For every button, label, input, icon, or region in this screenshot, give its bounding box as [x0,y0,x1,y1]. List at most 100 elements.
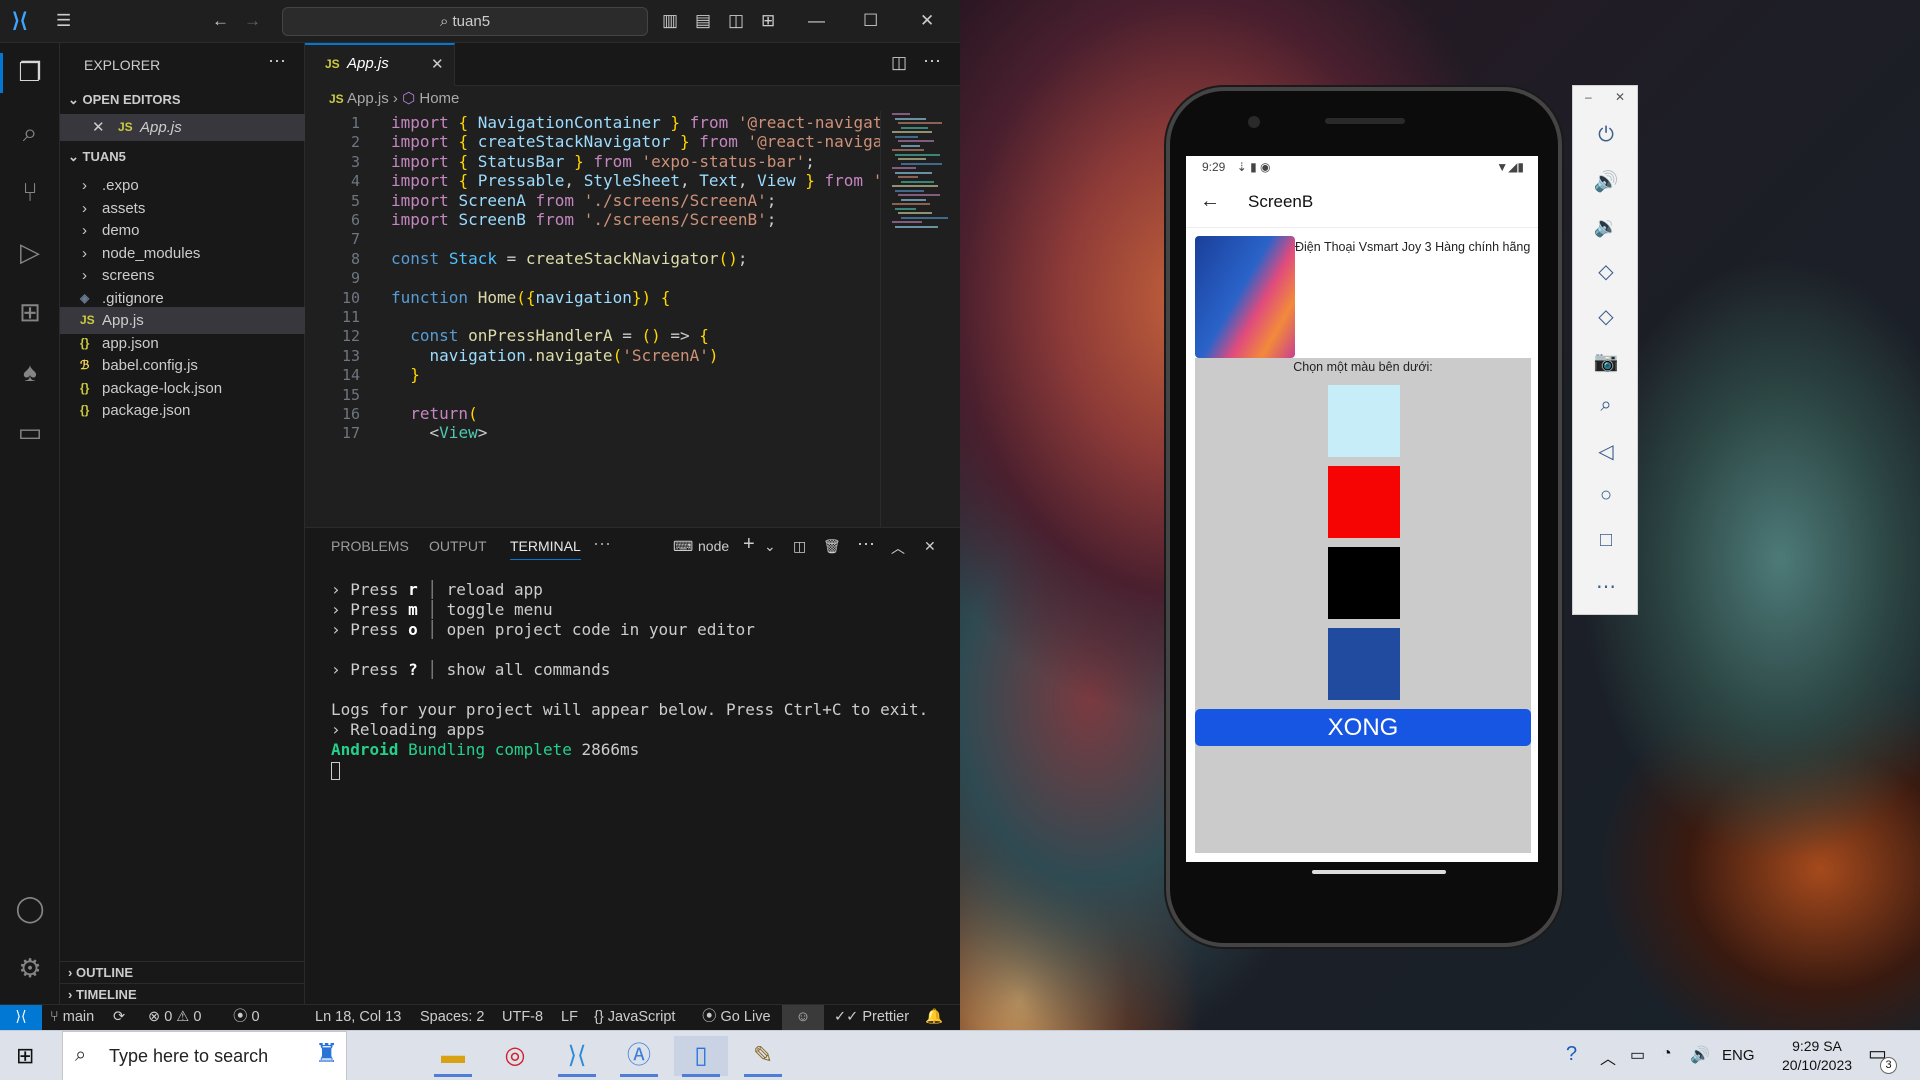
home-icon[interactable]: ○ [1573,484,1639,507]
file-explorer-icon[interactable]: ▬ [426,1036,480,1077]
code-editor[interactable]: 1 import { NavigationContainer } from '@r… [305,111,882,527]
project-section[interactable]: ⌄ TUAN5 [60,146,305,168]
android-studio-icon[interactable]: Ⓐ [612,1036,666,1077]
more-icon[interactable]: ⋯ [1573,574,1639,599]
remote-explorer-icon[interactable]: ▭ [0,417,60,448]
tab-output[interactable]: OUTPUT [429,538,487,554]
chevron-up-icon[interactable]: ︿ [1600,1045,1616,1069]
terminal-more-icon[interactable]: ⋯ [857,534,875,555]
emulator-taskbar-icon[interactable]: ▯ [674,1036,728,1077]
swatch-black[interactable] [1328,547,1400,619]
tab-terminal[interactable]: TERMINAL [510,538,581,560]
phone-time: 9:29 [1202,160,1226,174]
encoding[interactable]: UTF-8 [502,1005,543,1030]
minimize-icon[interactable]: – [1585,90,1592,104]
breadcrumb-symbol[interactable]: Home [419,90,459,107]
camera-icon[interactable]: 📷 [1573,349,1639,374]
maximize-panel-icon[interactable]: ︿ [891,538,905,558]
minimize-icon[interactable]: — [808,10,825,32]
volume-icon[interactable]: 🔊 [1690,1045,1710,1065]
cursor-position[interactable]: Ln 18, Col 13 [315,1005,401,1030]
tree-item-json[interactable]: {} package.json [60,397,305,424]
panel-more-icon[interactable]: ⋯ [593,534,611,555]
chevron-down-icon[interactable]: ⌄ [764,538,776,555]
open-editor-item[interactable]: ✕ JS App.js [60,114,305,141]
windows-start-icon[interactable]: ⊞ [16,1043,34,1069]
timeline-section[interactable]: › TIMELINE [60,983,305,1005]
close-window-icon[interactable]: ✕ [920,10,934,32]
search-icon[interactable]: ⌕ [0,117,60,149]
battery-icon[interactable]: ▭ [1630,1045,1645,1065]
language-mode[interactable]: {} JavaScript [594,1005,675,1030]
rotate-left-icon[interactable]: ◇ [1573,259,1639,284]
minimap[interactable] [888,113,948,253]
menu-icon[interactable]: ☰ [56,10,71,32]
back-arrow-icon[interactable]: ← [1200,190,1220,213]
forward-arrow-icon[interactable]: → [244,10,261,32]
swatch-blue[interactable] [1328,628,1400,700]
volume-up-icon[interactable]: 🔊 [1573,169,1639,194]
tab-app-js[interactable]: JS App.js ✕ [305,43,455,86]
editor-more-icon[interactable]: ⋯ [923,51,941,72]
split-editor-icon[interactable]: ◫ [891,53,907,73]
mongodb-icon[interactable]: ♠ [0,357,60,388]
terminal-output[interactable]: › Press r │ reload app › Press m │ toggle… [331,580,951,780]
swatch-red[interactable] [1328,466,1400,538]
overview-icon[interactable]: □ [1573,529,1639,552]
back-arrow-icon[interactable]: ← [212,10,229,32]
back-icon[interactable]: ◁ [1573,439,1639,464]
outline-section[interactable]: › OUTLINE [60,961,305,983]
broadcast-icon: ⦿ [702,1009,721,1025]
swatch-light-blue[interactable] [1328,385,1400,457]
go-live-button[interactable]: ⦿ Go Live [702,1005,771,1030]
volume-down-icon[interactable]: 🔉 [1573,214,1639,239]
open-editors-section[interactable]: ⌄ OPEN EDITORS [60,89,305,111]
clock[interactable]: 9:29 SA 20/10/2023 [1770,1037,1864,1075]
source-control-icon[interactable]: ⑂ [0,177,60,208]
explorer-more-icon[interactable]: ⋯ [268,51,286,72]
power-icon[interactable]: ⏻ [1573,124,1639,147]
copilot-icon[interactable]: ☺ [782,1005,824,1030]
sync-icon[interactable]: ⟳ [113,1005,125,1030]
remote-indicator-icon[interactable]: ⟩⟨ [0,1005,42,1030]
close-icon[interactable]: ✕ [92,114,105,141]
problems-indicator[interactable]: ⊗ 0 ⚠ 0 [148,1005,201,1030]
line-ending[interactable]: LF [561,1005,578,1030]
breadcrumb-file[interactable]: App.js [347,90,389,107]
new-terminal-icon[interactable]: + [743,533,755,556]
toggle-sidebar-icon[interactable]: ▥ [662,10,678,32]
prettier-indicator[interactable]: ✓✓ Prettier [834,1005,909,1030]
tab-problems[interactable]: PROBLEMS [331,538,409,554]
rotate-right-icon[interactable]: ◇ [1573,304,1639,329]
trash-icon[interactable]: 🗑 [823,538,841,555]
explorer-icon[interactable]: ❐ [0,57,60,88]
close-icon[interactable]: ✕ [1615,90,1625,104]
maximize-icon[interactable]: ☐ [863,10,878,32]
branch-indicator[interactable]: ⑂ main [50,1005,94,1030]
taskbar-search[interactable]: ⌕ Type here to search ♜ [62,1031,347,1080]
vscode-taskbar-icon[interactable]: ⟩⟨ [550,1036,604,1077]
customize-layout-icon[interactable]: ⊞ [761,10,775,32]
indentation[interactable]: Spaces: 2 [420,1005,485,1030]
settings-gear-icon[interactable]: ⚙ [0,953,60,984]
wifi-icon[interactable]: ◔ [1662,1045,1672,1063]
split-terminal-icon[interactable]: ◫ [793,538,806,555]
extensions-icon[interactable]: ⊞ [0,297,60,328]
done-button[interactable]: XONG [1195,709,1531,746]
ports-indicator[interactable]: ⦿ 0 [233,1005,260,1030]
home-indicator[interactable] [1312,870,1446,874]
run-debug-icon[interactable]: ▷ [0,237,60,268]
terminal-shell-label[interactable]: node [698,538,729,554]
toggle-secondary-sidebar-icon[interactable]: ◫ [728,10,744,32]
command-center-search[interactable]: ⌕ tuan5 [282,7,648,36]
tab-close-icon[interactable]: ✕ [431,55,444,73]
opera-icon[interactable]: ◎ [488,1036,542,1076]
close-panel-icon[interactable]: ✕ [924,538,936,555]
notifications-bell-icon[interactable]: 🔔 [925,1005,943,1030]
account-icon[interactable]: ◯ [0,893,60,924]
language-indicator[interactable]: ENG [1722,1047,1755,1064]
zoom-icon[interactable]: ⌕ [1573,394,1639,417]
toggle-panel-icon[interactable]: ▤ [695,10,711,32]
paint-icon[interactable]: ✎ [736,1036,790,1077]
help-icon[interactable]: ? [1566,1043,1577,1066]
